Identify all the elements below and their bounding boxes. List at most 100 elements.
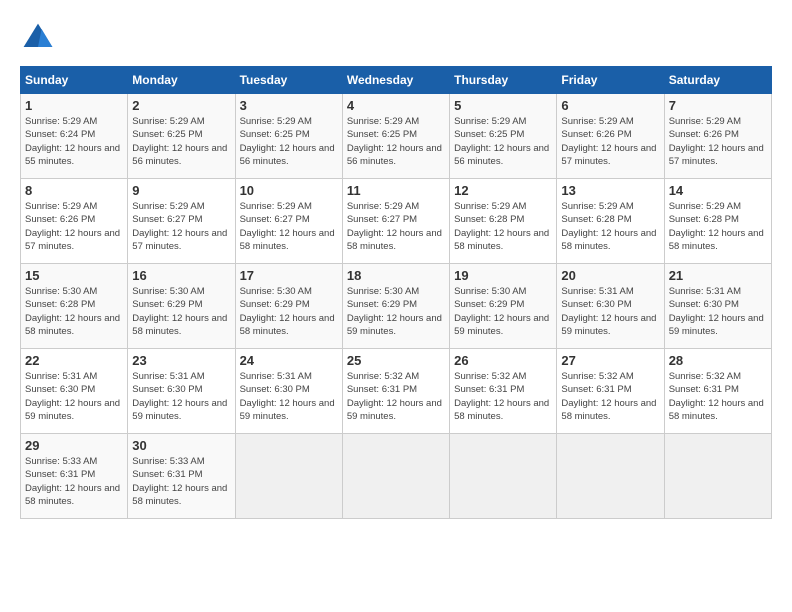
sunset-label: Sunset: 6:27 PM [132,214,202,225]
calendar-cell: 27 Sunrise: 5:32 AM Sunset: 6:31 PM Dayl… [557,349,664,434]
day-info: Sunrise: 5:32 AM Sunset: 6:31 PM Dayligh… [669,370,767,423]
day-info: Sunrise: 5:30 AM Sunset: 6:29 PM Dayligh… [240,285,338,338]
sunrise-label: Sunrise: 5:31 AM [669,286,741,297]
weekday-header-wednesday: Wednesday [342,67,449,94]
sunset-label: Sunset: 6:31 PM [669,384,739,395]
sunset-label: Sunset: 6:25 PM [347,129,417,140]
calendar-cell [557,434,664,519]
daylight-label: Daylight: 12 hours and 59 minutes. [25,398,120,422]
sunrise-label: Sunrise: 5:29 AM [132,116,204,127]
calendar-cell: 11 Sunrise: 5:29 AM Sunset: 6:27 PM Dayl… [342,179,449,264]
calendar-cell [450,434,557,519]
header [20,20,772,56]
day-info: Sunrise: 5:29 AM Sunset: 6:25 PM Dayligh… [240,115,338,168]
sunrise-label: Sunrise: 5:30 AM [454,286,526,297]
day-number: 16 [132,268,230,283]
calendar-week-row: 8 Sunrise: 5:29 AM Sunset: 6:26 PM Dayli… [21,179,772,264]
sunset-label: Sunset: 6:31 PM [132,469,202,480]
day-number: 26 [454,353,552,368]
weekday-header-monday: Monday [128,67,235,94]
daylight-label: Daylight: 12 hours and 59 minutes. [347,313,442,337]
day-info: Sunrise: 5:30 AM Sunset: 6:28 PM Dayligh… [25,285,123,338]
day-number: 14 [669,183,767,198]
day-number: 9 [132,183,230,198]
day-info: Sunrise: 5:31 AM Sunset: 6:30 PM Dayligh… [561,285,659,338]
day-info: Sunrise: 5:29 AM Sunset: 6:26 PM Dayligh… [561,115,659,168]
calendar-cell: 3 Sunrise: 5:29 AM Sunset: 6:25 PM Dayli… [235,94,342,179]
daylight-label: Daylight: 12 hours and 57 minutes. [561,143,656,167]
day-number: 5 [454,98,552,113]
daylight-label: Daylight: 12 hours and 56 minutes. [132,143,227,167]
sunset-label: Sunset: 6:30 PM [561,299,631,310]
sunset-label: Sunset: 6:24 PM [25,129,95,140]
daylight-label: Daylight: 12 hours and 56 minutes. [454,143,549,167]
sunset-label: Sunset: 6:25 PM [240,129,310,140]
sunset-label: Sunset: 6:26 PM [669,129,739,140]
sunset-label: Sunset: 6:28 PM [561,214,631,225]
daylight-label: Daylight: 12 hours and 55 minutes. [25,143,120,167]
calendar-cell: 5 Sunrise: 5:29 AM Sunset: 6:25 PM Dayli… [450,94,557,179]
sunrise-label: Sunrise: 5:32 AM [347,371,419,382]
day-number: 30 [132,438,230,453]
daylight-label: Daylight: 12 hours and 57 minutes. [25,228,120,252]
sunrise-label: Sunrise: 5:32 AM [669,371,741,382]
day-number: 1 [25,98,123,113]
sunset-label: Sunset: 6:30 PM [25,384,95,395]
sunrise-label: Sunrise: 5:29 AM [240,116,312,127]
sunrise-label: Sunrise: 5:30 AM [25,286,97,297]
sunrise-label: Sunrise: 5:33 AM [132,456,204,467]
calendar-cell: 8 Sunrise: 5:29 AM Sunset: 6:26 PM Dayli… [21,179,128,264]
logo-icon [20,20,56,56]
sunrise-label: Sunrise: 5:31 AM [240,371,312,382]
daylight-label: Daylight: 12 hours and 58 minutes. [132,483,227,507]
calendar-week-row: 1 Sunrise: 5:29 AM Sunset: 6:24 PM Dayli… [21,94,772,179]
calendar-cell [664,434,771,519]
day-info: Sunrise: 5:29 AM Sunset: 6:24 PM Dayligh… [25,115,123,168]
calendar-week-row: 15 Sunrise: 5:30 AM Sunset: 6:28 PM Dayl… [21,264,772,349]
weekday-header-sunday: Sunday [21,67,128,94]
calendar-cell: 28 Sunrise: 5:32 AM Sunset: 6:31 PM Dayl… [664,349,771,434]
day-info: Sunrise: 5:29 AM Sunset: 6:25 PM Dayligh… [454,115,552,168]
calendar-week-row: 29 Sunrise: 5:33 AM Sunset: 6:31 PM Dayl… [21,434,772,519]
sunrise-label: Sunrise: 5:32 AM [454,371,526,382]
day-number: 24 [240,353,338,368]
day-number: 18 [347,268,445,283]
day-info: Sunrise: 5:29 AM Sunset: 6:26 PM Dayligh… [25,200,123,253]
day-number: 15 [25,268,123,283]
calendar-cell [342,434,449,519]
calendar-cell: 10 Sunrise: 5:29 AM Sunset: 6:27 PM Dayl… [235,179,342,264]
day-info: Sunrise: 5:29 AM Sunset: 6:26 PM Dayligh… [669,115,767,168]
sunset-label: Sunset: 6:30 PM [669,299,739,310]
sunset-label: Sunset: 6:25 PM [454,129,524,140]
daylight-label: Daylight: 12 hours and 58 minutes. [454,398,549,422]
sunrise-label: Sunrise: 5:29 AM [669,116,741,127]
sunrise-label: Sunrise: 5:29 AM [25,116,97,127]
calendar-cell: 9 Sunrise: 5:29 AM Sunset: 6:27 PM Dayli… [128,179,235,264]
day-number: 21 [669,268,767,283]
day-number: 22 [25,353,123,368]
day-info: Sunrise: 5:29 AM Sunset: 6:28 PM Dayligh… [669,200,767,253]
sunset-label: Sunset: 6:26 PM [561,129,631,140]
day-info: Sunrise: 5:32 AM Sunset: 6:31 PM Dayligh… [454,370,552,423]
calendar-cell: 4 Sunrise: 5:29 AM Sunset: 6:25 PM Dayli… [342,94,449,179]
sunset-label: Sunset: 6:27 PM [240,214,310,225]
daylight-label: Daylight: 12 hours and 58 minutes. [25,313,120,337]
day-info: Sunrise: 5:31 AM Sunset: 6:30 PM Dayligh… [669,285,767,338]
sunrise-label: Sunrise: 5:29 AM [240,201,312,212]
weekday-header-friday: Friday [557,67,664,94]
sunrise-label: Sunrise: 5:30 AM [240,286,312,297]
day-info: Sunrise: 5:30 AM Sunset: 6:29 PM Dayligh… [347,285,445,338]
daylight-label: Daylight: 12 hours and 57 minutes. [132,228,227,252]
day-number: 12 [454,183,552,198]
sunset-label: Sunset: 6:31 PM [454,384,524,395]
day-info: Sunrise: 5:29 AM Sunset: 6:28 PM Dayligh… [561,200,659,253]
calendar-cell [235,434,342,519]
sunrise-label: Sunrise: 5:29 AM [132,201,204,212]
day-number: 7 [669,98,767,113]
calendar-cell: 17 Sunrise: 5:30 AM Sunset: 6:29 PM Dayl… [235,264,342,349]
day-info: Sunrise: 5:30 AM Sunset: 6:29 PM Dayligh… [454,285,552,338]
daylight-label: Daylight: 12 hours and 58 minutes. [669,228,764,252]
daylight-label: Daylight: 12 hours and 59 minutes. [669,313,764,337]
daylight-label: Daylight: 12 hours and 58 minutes. [669,398,764,422]
day-number: 17 [240,268,338,283]
